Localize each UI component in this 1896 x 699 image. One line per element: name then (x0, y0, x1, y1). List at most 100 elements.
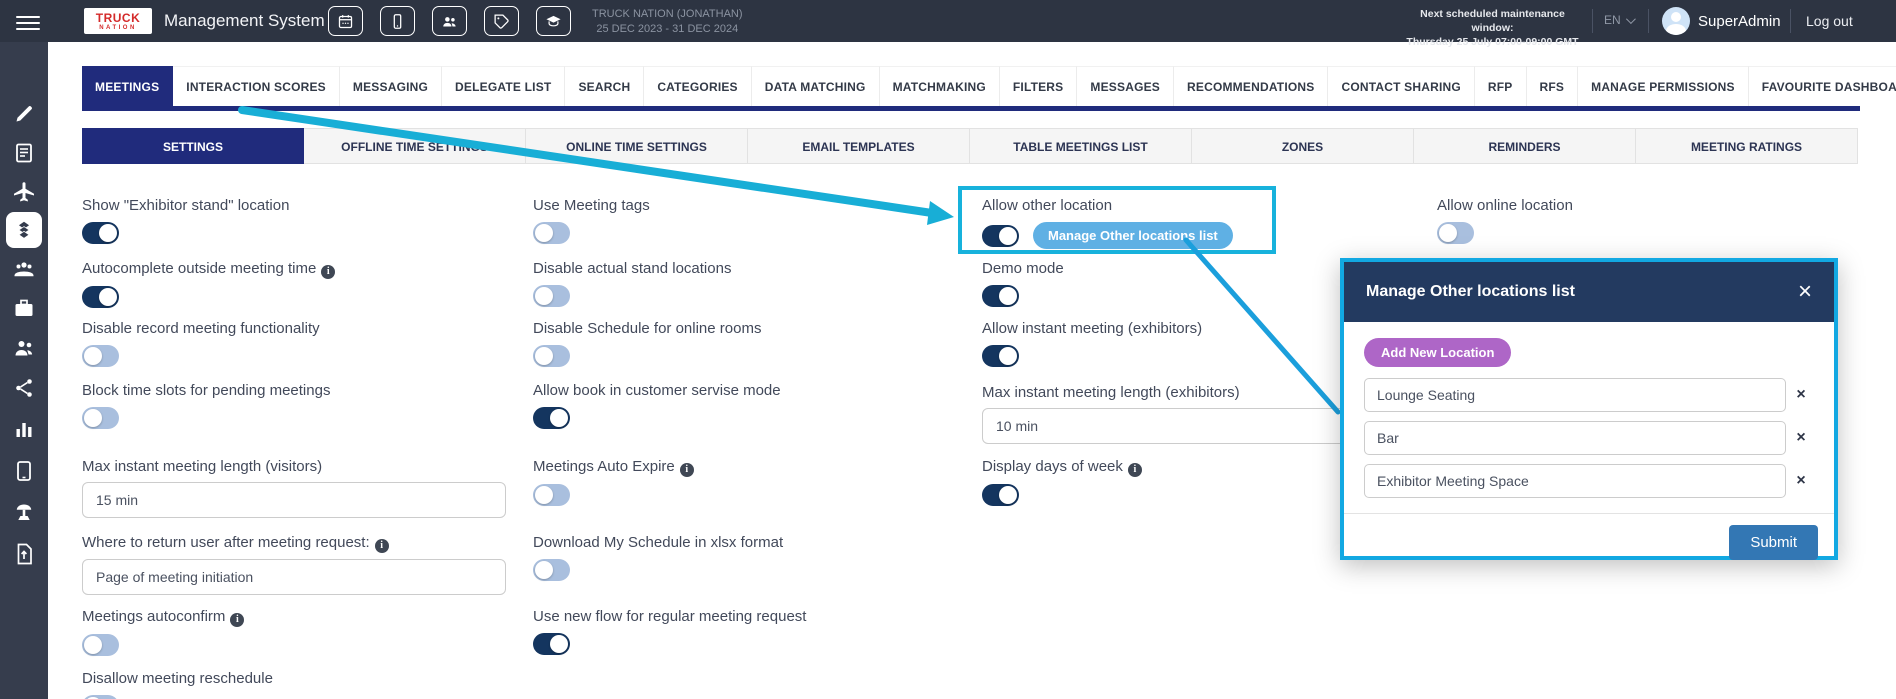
location-input[interactable] (1364, 378, 1786, 412)
tab-favourite-dashboard[interactable]: FAVOURITE DASHBOARD (1749, 66, 1896, 106)
tab-categories[interactable]: CATEGORIES (644, 66, 751, 106)
mobile-icon[interactable] (380, 6, 415, 36)
toggle-allow-online-location[interactable] (1437, 222, 1474, 244)
submit-button[interactable]: Submit (1729, 525, 1818, 560)
return-user-after-meeting-request-input[interactable] (82, 559, 506, 595)
toggle-meetings-auto-expire[interactable] (533, 484, 570, 506)
info-icon[interactable]: i (230, 613, 244, 627)
tab-rfs[interactable]: RFS (1527, 66, 1579, 106)
tab-manage-permissions[interactable]: MANAGE PERMISSIONS (1578, 66, 1749, 106)
toggle-block-time-slots-pending[interactable] (82, 407, 119, 429)
tab-meetings[interactable]: MEETINGS (82, 66, 173, 106)
tab-recommendations[interactable]: RECOMMENDATIONS (1174, 66, 1328, 106)
briefcase-icon[interactable] (12, 296, 36, 320)
subtab-email-templates[interactable]: EMAIL TEMPLATES (748, 128, 970, 164)
remove-location-icon[interactable]: × (1786, 429, 1816, 447)
location-row: × (1364, 464, 1816, 498)
setting-label: Max instant meeting length (exhibitors) (982, 384, 1240, 401)
setting-label: Use Meeting tags (533, 197, 650, 214)
travel-icon[interactable] (12, 180, 36, 204)
setting-label: Allow book in customer servise mode (533, 382, 781, 399)
subtab-offline-time-settings[interactable]: OFFLINE TIME SETTINGS (304, 128, 526, 164)
toggle-use-meeting-tags[interactable] (533, 222, 570, 244)
setting-label: Allow instant meeting (exhibitors) (982, 320, 1202, 337)
meetings-icon[interactable] (6, 212, 42, 248)
subtab-table-meetings-list[interactable]: TABLE MEETINGS LIST (970, 128, 1192, 164)
header-divider (1648, 9, 1649, 33)
toggle-allow-other-location[interactable] (982, 225, 1019, 247)
setting-label: Autocomplete outside meeting time (82, 260, 316, 277)
toggle-download-my-schedule-xlsx[interactable] (533, 559, 570, 581)
maintenance-notice: Next scheduled maintenance window: Thurs… (1400, 7, 1585, 50)
event-dates: 25 DEC 2023 - 31 DEC 2024 (592, 22, 743, 37)
header-divider (1592, 9, 1593, 33)
toggle-disable-schedule-online-rooms[interactable] (533, 345, 570, 367)
subtab-online-time-settings[interactable]: ONLINE TIME SETTINGS (526, 128, 748, 164)
tab-rfp[interactable]: RFP (1475, 66, 1527, 106)
remove-location-icon[interactable]: × (1786, 472, 1816, 490)
setting-label: Demo mode (982, 260, 1064, 277)
logo-text-bottom: NATION (99, 25, 137, 31)
toggle-use-new-flow-regular-meeting-request[interactable] (533, 633, 570, 655)
delegates-icon[interactable] (12, 336, 36, 360)
subtab-reminders[interactable]: REMINDERS (1414, 128, 1636, 164)
info-icon[interactable]: i (321, 265, 335, 279)
setting-label: Disallow meeting reschedule (82, 670, 273, 687)
close-icon[interactable]: × (1798, 280, 1812, 304)
registration-form-icon[interactable] (12, 141, 36, 165)
sub-tab-bar: SETTINGS OFFLINE TIME SETTINGS ONLINE TI… (82, 128, 1858, 164)
info-icon[interactable]: i (680, 463, 694, 477)
subtab-settings[interactable]: SETTINGS (82, 128, 304, 164)
manage-other-locations-button[interactable]: Manage Other locations list (1033, 222, 1233, 249)
analytics-icon[interactable] (12, 417, 36, 441)
toggle-allow-book-customer-service-mode[interactable] (533, 407, 570, 429)
setting-label: Where to return user after meeting reque… (82, 534, 370, 551)
info-icon[interactable]: i (1128, 463, 1142, 477)
hamburger-menu-icon[interactable] (16, 12, 40, 30)
tab-delegate-list[interactable]: DELEGATE LIST (442, 66, 565, 106)
tab-contact-sharing[interactable]: CONTACT SHARING (1328, 66, 1474, 106)
share-icon[interactable] (12, 376, 36, 400)
subtab-meeting-ratings[interactable]: MEETING RATINGS (1636, 128, 1858, 164)
toggle-disable-record-meeting[interactable] (82, 345, 119, 367)
location-input[interactable] (1364, 464, 1786, 498)
tab-messaging[interactable]: MESSAGING (340, 66, 442, 106)
toggle-autocomplete-outside-meeting-time[interactable] (82, 286, 119, 308)
toggle-show-exhibitor-stand-location[interactable] (82, 222, 119, 244)
toggle-allow-instant-meeting-exhibitors[interactable] (982, 345, 1019, 367)
app-title: Management System (164, 11, 325, 31)
remove-location-icon[interactable]: × (1786, 386, 1816, 404)
tab-search[interactable]: SEARCH (565, 66, 644, 106)
subtab-zones[interactable]: ZONES (1192, 128, 1414, 164)
location-input[interactable] (1364, 421, 1786, 455)
logout-button[interactable]: Log out (1806, 13, 1853, 29)
tab-data-matching[interactable]: DATA MATCHING (752, 66, 880, 106)
export-file-icon[interactable] (12, 542, 36, 566)
exhibitor-stand-icon[interactable] (12, 500, 36, 524)
tag-icon[interactable] (484, 6, 519, 36)
toggle-meetings-autoconfirm[interactable] (82, 634, 119, 656)
tab-filters[interactable]: FILTERS (1000, 66, 1078, 106)
edit-icon[interactable] (12, 102, 36, 126)
language-selector[interactable]: EN (1604, 13, 1633, 27)
user-name: SuperAdmin (1698, 13, 1781, 30)
calendar-icon[interactable] (328, 6, 363, 36)
tab-messages[interactable]: MESSAGES (1077, 66, 1174, 106)
tab-interaction-scores[interactable]: INTERACTION SCORES (173, 66, 340, 106)
toggle-demo-mode[interactable] (982, 285, 1019, 307)
max-instant-meeting-length-visitors-input[interactable] (82, 482, 506, 518)
setting-label: Download My Schedule in xlsx format (533, 534, 783, 551)
mobile-app-icon[interactable] (12, 459, 36, 483)
tab-matchmaking[interactable]: MATCHMAKING (880, 66, 1000, 106)
toggle-disable-actual-stand-locations[interactable] (533, 285, 570, 307)
toggle-display-days-of-week[interactable] (982, 484, 1019, 506)
setting-label: Block time slots for pending meetings (82, 382, 330, 399)
attendees-icon[interactable] (432, 6, 467, 36)
chevron-down-icon (1626, 14, 1636, 24)
add-new-location-button[interactable]: Add New Location (1364, 338, 1511, 367)
info-icon[interactable]: i (375, 539, 389, 553)
toggle-disallow-meeting-reschedule[interactable] (82, 695, 119, 699)
education-icon[interactable] (536, 6, 571, 36)
avatar[interactable] (1662, 7, 1690, 35)
attendees-group-icon[interactable] (12, 257, 36, 281)
